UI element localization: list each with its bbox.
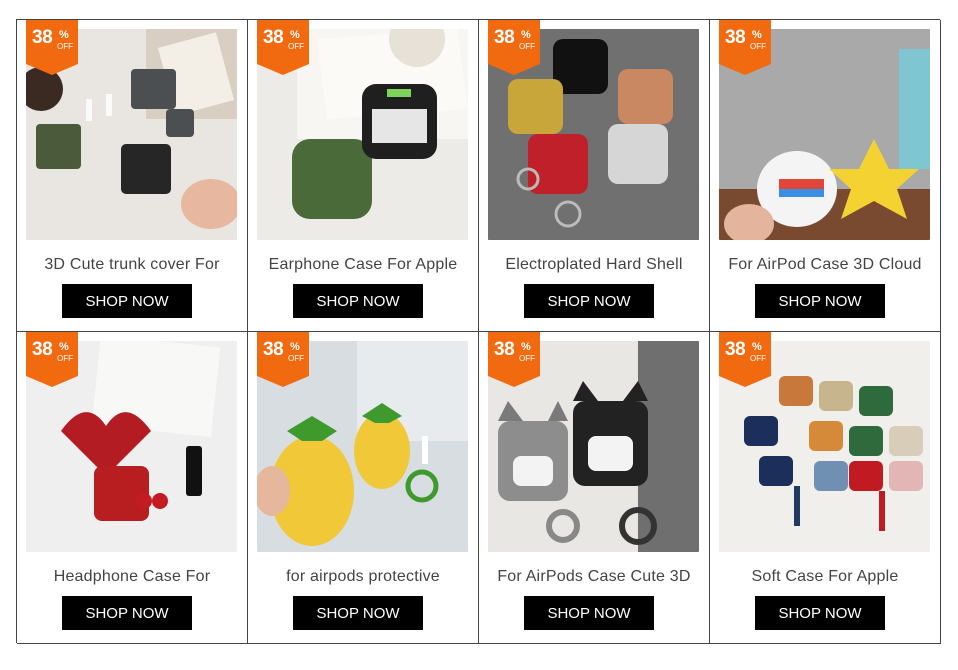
shop-now-button[interactable]: SHOP NOW — [62, 596, 192, 630]
discount-off: OFF — [288, 42, 304, 51]
discount-number: 38 — [494, 27, 515, 48]
discount-number: 38 — [725, 27, 746, 48]
discount-percent: % — [290, 29, 300, 41]
discount-number: 38 — [263, 339, 284, 360]
shop-now-button[interactable]: SHOP NOW — [524, 596, 654, 630]
shop-now-button[interactable]: SHOP NOW — [524, 284, 654, 318]
discount-off: OFF — [519, 354, 535, 363]
discount-number: 38 — [263, 27, 284, 48]
product-card[interactable]: 38 % OFF for airpods protective SHOP NOW — [248, 332, 479, 644]
discount-percent: % — [521, 341, 531, 353]
product-title[interactable]: Electroplated Hard Shell — [479, 256, 709, 274]
discount-off: OFF — [288, 354, 304, 363]
discount-percent: % — [752, 29, 762, 41]
discount-off: OFF — [57, 42, 73, 51]
product-title[interactable]: Headphone Case For — [17, 568, 247, 586]
product-title[interactable]: Earphone Case For Apple — [248, 256, 478, 274]
discount-number: 38 — [32, 27, 53, 48]
discount-number: 38 — [494, 339, 515, 360]
shop-now-button[interactable]: SHOP NOW — [755, 596, 885, 630]
discount-percent: % — [752, 341, 762, 353]
discount-number: 38 — [725, 339, 746, 360]
product-title[interactable]: 3D Cute trunk cover For — [17, 256, 247, 274]
product-card[interactable]: 38 % OFF Soft Case For Apple SHOP NOW — [710, 332, 941, 644]
discount-badge: 38 % OFF — [26, 20, 78, 75]
discount-off: OFF — [750, 354, 766, 363]
discount-percent: % — [59, 29, 69, 41]
discount-percent: % — [290, 341, 300, 353]
discount-percent: % — [521, 29, 531, 41]
product-title[interactable]: For AirPods Case Cute 3D — [479, 568, 709, 586]
discount-number: 38 — [32, 339, 53, 360]
discount-off: OFF — [750, 42, 766, 51]
product-card[interactable]: 38 % OFF Headphone Case For SHOP NOW — [17, 332, 248, 644]
product-card[interactable]: 38 % OFF For AirPod Case 3D Cloud SHOP N… — [710, 20, 941, 332]
product-grid: 38 % OFF 3D Cute trunk cover For SHOP NO… — [16, 19, 941, 644]
product-title[interactable]: Soft Case For Apple — [710, 568, 940, 586]
discount-badge: 38 % OFF — [488, 332, 540, 387]
discount-badge: 38 % OFF — [257, 332, 309, 387]
product-title[interactable]: For AirPod Case 3D Cloud — [710, 256, 940, 274]
product-title[interactable]: for airpods protective — [248, 568, 478, 586]
discount-badge: 38 % OFF — [719, 20, 771, 75]
product-card[interactable]: 38 % OFF 3D Cute trunk cover For SHOP NO… — [17, 20, 248, 332]
discount-badge: 38 % OFF — [488, 20, 540, 75]
discount-off: OFF — [519, 42, 535, 51]
shop-now-button[interactable]: SHOP NOW — [62, 284, 192, 318]
shop-now-button[interactable]: SHOP NOW — [293, 284, 423, 318]
discount-badge: 38 % OFF — [26, 332, 78, 387]
discount-badge: 38 % OFF — [257, 20, 309, 75]
discount-badge: 38 % OFF — [719, 332, 771, 387]
product-card[interactable]: 38 % OFF Electroplated Hard Shell SHOP N… — [479, 20, 710, 332]
discount-off: OFF — [57, 354, 73, 363]
shop-now-button[interactable]: SHOP NOW — [293, 596, 423, 630]
shop-now-button[interactable]: SHOP NOW — [755, 284, 885, 318]
product-card[interactable]: 38 % OFF Earphone Case For Apple SHOP NO… — [248, 20, 479, 332]
discount-percent: % — [59, 341, 69, 353]
product-card[interactable]: 38 % OFF For AirPods Case Cute 3D SHOP N… — [479, 332, 710, 644]
